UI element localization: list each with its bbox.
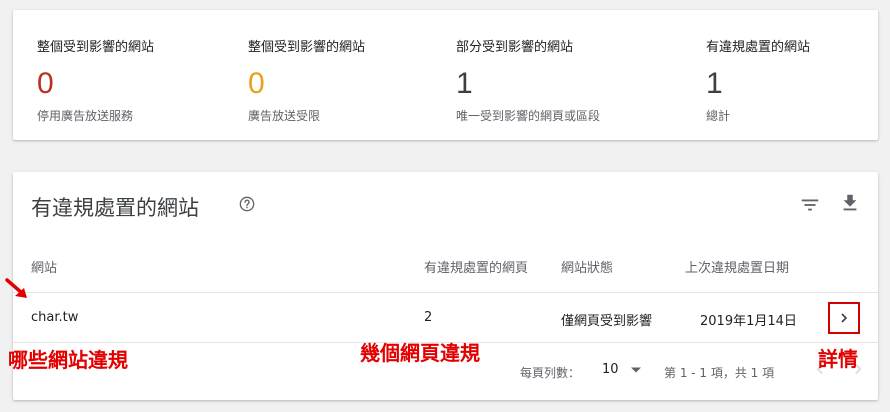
stat-subtitle: 廣告放送受限 [248, 109, 321, 123]
rows-per-page-select[interactable]: 10 [602, 362, 641, 377]
stat-subtitle: 總計 [706, 109, 731, 123]
stat-count: 1 [456, 67, 473, 100]
cell-pages: 2 [424, 310, 433, 325]
stat-count: 0 [248, 67, 265, 100]
rows-per-page-value: 10 [602, 362, 619, 377]
annotation-details: 詳情 [818, 347, 858, 371]
cell-status: 僅網頁受到影響 [561, 314, 653, 329]
stat-count: 1 [706, 67, 723, 100]
stat-title: 整個受到影響的網站 [248, 40, 366, 55]
cell-date: 2019年1月14日 [700, 314, 797, 329]
annotation-pages: 幾個網頁違規 [360, 341, 480, 365]
row-details-button[interactable] [828, 302, 860, 334]
download-icon[interactable] [839, 192, 861, 214]
filter-icon[interactable] [799, 194, 821, 216]
stat-site-violations[interactable]: 有違規處置的網站 1 總計 [706, 36, 810, 124]
stat-count: 0 [37, 67, 54, 100]
stat-subtitle: 停用廣告放送服務 [37, 109, 134, 123]
header-divider [13, 292, 878, 293]
red-arrow-icon [5, 278, 27, 298]
column-header-date[interactable]: 上次違規處置日期 [685, 257, 789, 276]
stat-title: 整個受到影響的網站 [37, 40, 155, 55]
column-header-status[interactable]: 網站狀態 [561, 257, 613, 276]
stat-site-disabled[interactable]: 整個受到影響的網站 0 停用廣告放送服務 [37, 36, 154, 124]
column-header-pages[interactable]: 有違規處置的網頁 [424, 257, 528, 276]
chevron-right-icon [841, 313, 848, 323]
rows-per-page-label: 每頁列數： [520, 366, 581, 380]
table-title: 有違規處置的網站 [31, 196, 199, 220]
stat-site-partial[interactable]: 部分受到影響的網站 1 唯一受到影響的網頁或區段 [456, 36, 600, 124]
stat-site-limited[interactable]: 整個受到影響的網站 0 廣告放送受限 [248, 36, 365, 124]
summary-card: 整個受到影響的網站 0 停用廣告放送服務 整個受到影響的網站 0 廣告放送受限 … [13, 10, 878, 140]
annotation-site: 哪些網站違規 [8, 348, 128, 372]
column-header-site[interactable]: 網站 [31, 257, 57, 276]
pagination-range: 第 1 - 1 項，共 1 項 [664, 366, 775, 380]
stat-subtitle: 唯一受到影響的網頁或區段 [456, 109, 601, 123]
stat-title: 部分受到影響的網站 [456, 40, 574, 55]
cell-site: char.tw [31, 310, 79, 325]
dropdown-arrow-icon [630, 367, 641, 372]
help-icon[interactable] [239, 196, 255, 212]
stat-title: 有違規處置的網站 [706, 40, 811, 55]
